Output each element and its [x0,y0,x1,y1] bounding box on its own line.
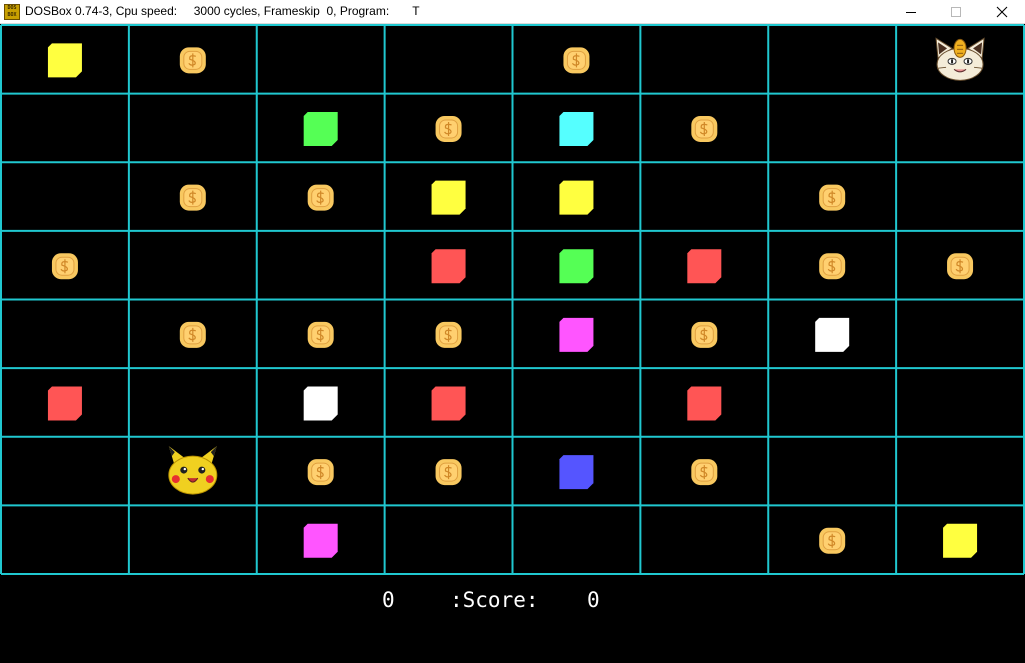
coin-icon[interactable] [435,115,462,142]
meowth-enemy[interactable] [935,37,985,81]
gem-block-green[interactable] [559,249,594,284]
coin-icon[interactable] [307,321,334,348]
minimize-button[interactable] [888,0,934,24]
grid-lines [0,24,1025,575]
score-right-value: 0 [587,588,600,612]
close-icon [996,6,1008,18]
coin-icon[interactable] [307,184,334,211]
coin-icon[interactable] [819,253,846,280]
gem-block-red[interactable] [431,386,466,421]
coin-icon[interactable] [819,184,846,211]
coin-icon[interactable] [179,321,206,348]
window-title: DOSBox 0.74-3, Cpu speed: 3000 cycles, F… [25,4,420,18]
minimize-icon [906,12,916,13]
coin-icon[interactable] [179,184,206,211]
coin-icon[interactable] [691,321,718,348]
score-left-value: 0 [382,588,395,612]
game-board[interactable] [0,24,1025,576]
gem-block-white[interactable] [815,317,850,352]
coin-icon[interactable] [691,459,718,486]
gem-block-yellow[interactable] [431,180,466,215]
coin-icon[interactable] [179,47,206,74]
gem-block-white[interactable] [303,386,338,421]
gem-block-red[interactable] [47,386,82,421]
coin-icon[interactable] [947,253,974,280]
maximize-button[interactable] [933,0,979,24]
score-bar: 0 :Score: 0 [0,576,1025,663]
coin-icon[interactable] [435,321,462,348]
gem-block-cyan[interactable] [559,111,594,146]
title-bar: DOS BOX DOSBox 0.74-3, Cpu speed: 3000 c… [0,0,1025,24]
coin-icon[interactable] [51,253,78,280]
gem-block-magenta[interactable] [559,317,594,352]
gem-block-red[interactable] [687,386,722,421]
coin-icon[interactable] [307,459,334,486]
dosbox-icon[interactable]: DOS BOX [4,4,20,20]
gem-block-yellow[interactable] [943,523,978,558]
coin-icon[interactable] [819,527,846,554]
gem-block-red[interactable] [687,249,722,284]
gem-block-blue[interactable] [559,455,594,490]
coin-icon[interactable] [435,459,462,486]
gem-block-red[interactable] [431,249,466,284]
coin-icon[interactable] [563,47,590,74]
score-label: :Score: [450,588,539,612]
pikachu-player[interactable] [168,446,218,495]
coin-icon[interactable] [691,115,718,142]
gem-block-green[interactable] [303,111,338,146]
game-grid [0,24,1025,575]
maximize-icon [951,7,961,17]
gem-block-yellow[interactable] [47,43,82,78]
close-button[interactable] [979,0,1025,24]
gem-block-magenta[interactable] [303,523,338,558]
gem-block-yellow[interactable] [559,180,594,215]
